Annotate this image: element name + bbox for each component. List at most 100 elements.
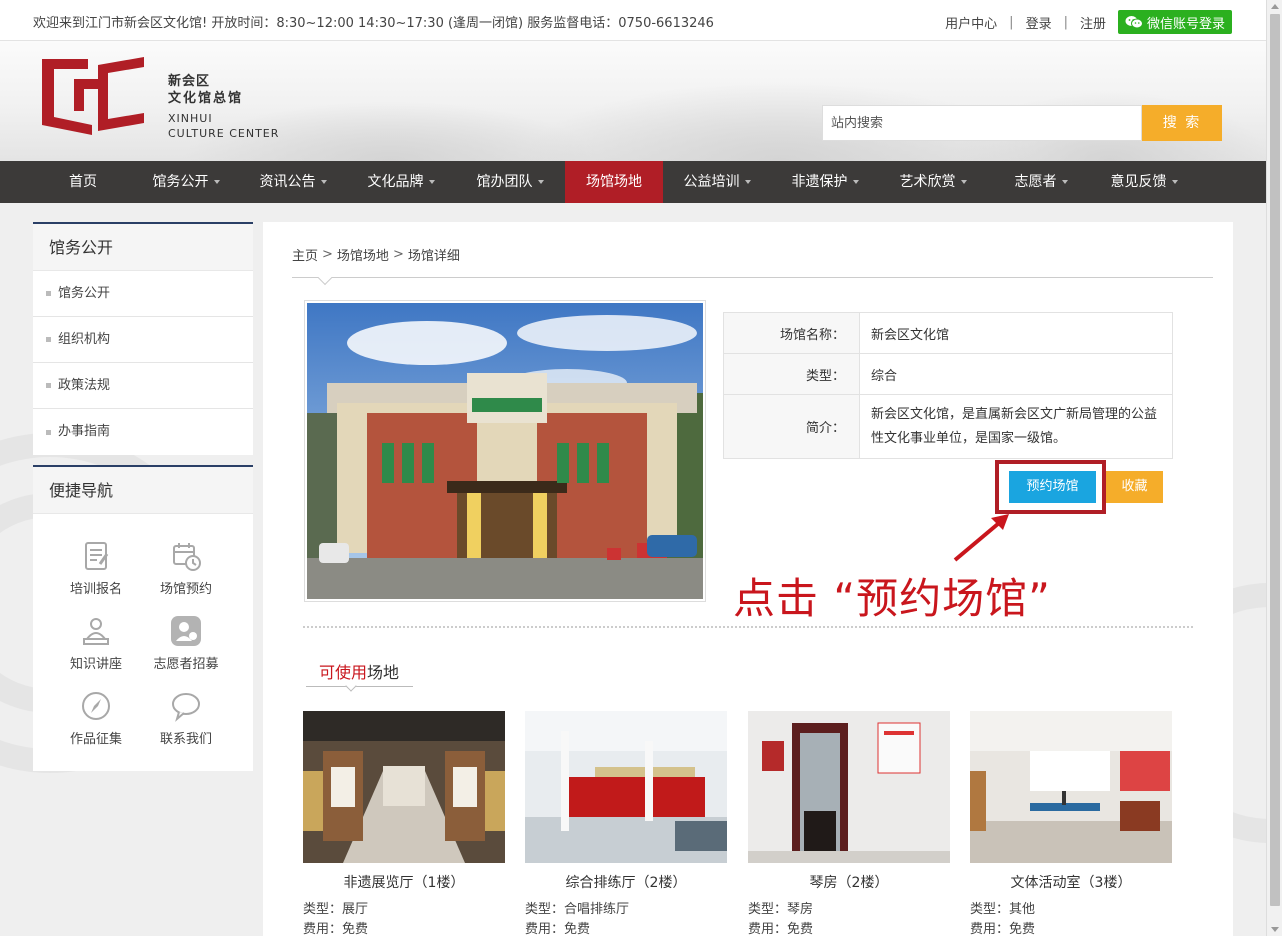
room-photo <box>748 711 950 863</box>
scroll-thumb[interactable] <box>1270 14 1280 906</box>
nav-item-news[interactable]: 资讯公告 <box>239 161 347 203</box>
nav-item-volunteer[interactable]: 志愿者 <box>987 161 1095 203</box>
chevron-down-icon <box>852 180 859 184</box>
logo-mark[interactable] <box>40 55 146 137</box>
venue-name-value: 新会区文化馆 <box>859 312 1173 354</box>
nav-label: 场馆场地 <box>586 174 642 190</box>
search-button[interactable]: 搜 索 <box>1142 105 1222 141</box>
scroll-down-arrow-icon[interactable] <box>1271 927 1279 932</box>
top-bar: 欢迎来到江门市新会区文化馆! 开放时间：8:30~12:00 14:30~17:… <box>0 0 1266 41</box>
logo-text-en1: XINHUI <box>168 112 213 125</box>
sidebar-title: 便捷导航 <box>33 467 253 514</box>
quick-link-venue-booking[interactable]: 场馆预约 <box>136 540 236 597</box>
room-card[interactable]: 综合排练厅（2楼） 类型：合唱排练厅 费用：免费 <box>525 711 727 936</box>
sidebar-item-affairs[interactable]: 馆务公开 <box>33 271 253 317</box>
nav-item-venues[interactable]: 场馆场地 <box>565 161 663 203</box>
venue-photo-frame <box>304 300 706 602</box>
breadcrumb-venues[interactable]: 场馆场地 <box>337 245 389 264</box>
favorite-button[interactable]: 收藏 <box>1106 471 1163 503</box>
nav-item-brand[interactable]: 文化品牌 <box>347 161 455 203</box>
sidebar-item-label: 组织机构 <box>58 331 111 347</box>
available-rooms-title: 可使用场地 <box>319 659 399 683</box>
room-photo <box>303 711 505 863</box>
nav-item-feedback[interactable]: 意见反馈 <box>1095 161 1193 203</box>
logo-text-cn2: 文化馆总馆 <box>168 91 244 106</box>
room-photo <box>525 711 727 863</box>
room-fee: 费用：免费 <box>525 922 591 936</box>
chevron-down-icon <box>320 180 327 184</box>
logo-text-en2: CULTURE CENTER <box>168 127 280 140</box>
nav-label: 首页 <box>69 174 97 190</box>
room-meta: 类型：展厅 费用：免费 <box>303 900 505 936</box>
wechat-login-button[interactable]: 微信账号登录 <box>1117 10 1232 34</box>
welcome-text: 欢迎来到江门市新会区文化馆! 开放时间：8:30~12:00 14:30~17:… <box>33 16 714 31</box>
nav-item-home[interactable]: 首页 <box>33 161 133 203</box>
login-link[interactable]: 登录 <box>1026 13 1052 32</box>
sidebar-item-label: 办事指南 <box>58 424 111 439</box>
quick-link-works[interactable]: 作品征集 <box>46 690 146 747</box>
annotation-text: 点击 “预约场馆” <box>733 574 1051 623</box>
quick-link-label: 培训报名 <box>69 582 122 597</box>
annotation-arrow-icon <box>953 514 1009 562</box>
lecture-icon <box>83 618 109 645</box>
venue-photo <box>307 303 703 599</box>
chat-bubble-icon <box>172 693 200 722</box>
user-center-link[interactable]: 用户中心 <box>945 13 997 32</box>
room-card[interactable]: 琴房（2楼） 类型：琴房 费用：免费 <box>748 711 950 936</box>
search-input[interactable]: 站内搜索 <box>822 105 1142 141</box>
page-scrollbar[interactable] <box>1266 0 1282 936</box>
quick-link-lecture[interactable]: 知识讲座 <box>46 615 146 672</box>
compass-icon <box>82 692 110 720</box>
nav-item-heritage[interactable]: 非遗保护 <box>771 161 879 203</box>
nav-item-training[interactable]: 公益培训 <box>663 161 771 203</box>
room-name: 非遗展览厅（1楼） <box>343 875 465 891</box>
room-card[interactable]: 文体活动室（3楼） 类型：其他 费用：免费 <box>970 711 1172 936</box>
scroll-up-arrow-icon[interactable] <box>1271 4 1279 9</box>
nav-label: 艺术欣赏 <box>899 174 956 190</box>
room-type: 类型：展厅 <box>303 902 369 917</box>
breadcrumb-home[interactable]: 主页 <box>292 245 318 264</box>
sidebar-item-policies[interactable]: 政策法规 <box>33 363 253 409</box>
nav-label: 资讯公告 <box>259 174 316 190</box>
quick-link-training-signup[interactable]: 培训报名 <box>46 540 146 597</box>
sidebar-item-organization[interactable]: 组织机构 <box>33 317 253 363</box>
section-title-rest: 场地 <box>367 663 400 682</box>
bullet-icon <box>46 337 51 342</box>
room-fee: 费用：免费 <box>970 922 1036 936</box>
room-name: 文体活动室（3楼） <box>1010 875 1132 891</box>
main-nav: 首页 馆务公开 资讯公告 文化品牌 馆办团队 场馆场地 公益培训 非遗保护 艺术… <box>0 161 1266 203</box>
nav-item-affairs[interactable]: 馆务公开 <box>133 161 239 203</box>
chevron-down-icon <box>1061 180 1068 184</box>
section-divider <box>303 626 1193 628</box>
quick-link-contact[interactable]: 联系我们 <box>136 690 236 747</box>
book-venue-button[interactable]: 预约场馆 <box>1009 471 1096 503</box>
venue-type-label: 类型： <box>723 353 860 395</box>
nav-label: 意见反馈 <box>1110 174 1167 190</box>
venue-type-value: 综合 <box>859 353 1173 395</box>
sidebar-item-guide[interactable]: 办事指南 <box>33 409 253 455</box>
quick-link-volunteer[interactable]: 志愿者招募 <box>136 615 236 672</box>
sidebar-quicknav-panel: 便捷导航 培训报名 场馆预约 知识讲座 志愿者招募 作品征集 联系我们 <box>33 465 253 771</box>
room-meta: 类型：其他 费用：免费 <box>970 900 1172 936</box>
room-type: 类型：琴房 <box>748 902 814 917</box>
nav-label: 公益培训 <box>683 174 740 190</box>
room-name: 琴房（2楼） <box>809 875 889 891</box>
register-link[interactable]: 注册 <box>1080 13 1106 32</box>
breadcrumb-separator: > <box>322 247 333 262</box>
calendar-clock-icon <box>173 543 201 571</box>
wechat-login-label: 微信账号登录 <box>1146 16 1225 32</box>
nav-item-art[interactable]: 艺术欣赏 <box>879 161 987 203</box>
nav-label: 非遗保护 <box>791 174 848 190</box>
quick-link-label: 志愿者招募 <box>153 657 219 672</box>
nav-item-teams[interactable]: 馆办团队 <box>455 161 565 203</box>
breadcrumb-divider <box>292 277 1213 278</box>
breadcrumb-current: 场馆详细 <box>407 249 460 264</box>
quick-link-label: 作品征集 <box>69 732 122 747</box>
room-photo <box>970 711 1172 863</box>
room-card[interactable]: 非遗展览厅（1楼） 类型：展厅 费用：免费 <box>303 711 505 936</box>
quick-link-label: 知识讲座 <box>69 657 122 672</box>
room-fee: 费用：免费 <box>303 922 369 936</box>
room-meta: 类型：琴房 费用：免费 <box>748 900 950 936</box>
separator: | <box>1063 14 1068 30</box>
bullet-icon <box>46 429 51 435</box>
